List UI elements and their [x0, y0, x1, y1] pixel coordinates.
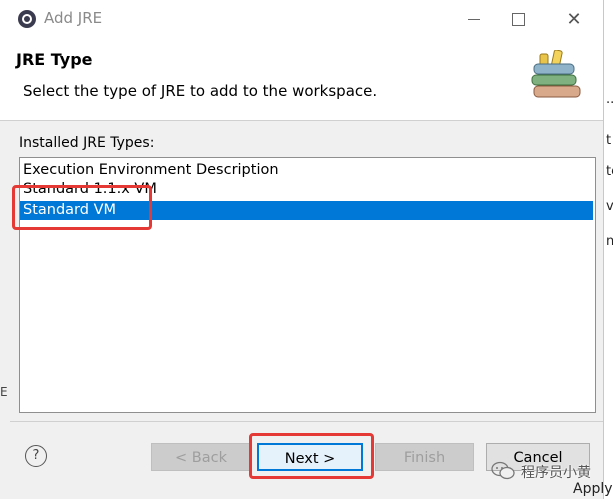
list-item-execution-environment[interactable]: Execution Environment Description: [20, 161, 593, 180]
annotation-highlight-standard-vm: [12, 185, 152, 230]
installed-jre-types-label: Installed JRE Types:: [19, 135, 155, 151]
background-text: ...: [606, 92, 613, 107]
maximize-button[interactable]: [495, 0, 541, 38]
background-text: t: [606, 133, 612, 148]
finish-button[interactable]: Finish: [375, 443, 474, 471]
background-text: ve: [606, 199, 613, 214]
eclipse-icon: [18, 10, 36, 28]
page-description: Select the type of JRE to add to the wor…: [23, 82, 378, 100]
annotation-highlight-next: [249, 433, 374, 479]
books-icon: [531, 50, 581, 98]
help-button[interactable]: ?: [25, 445, 47, 467]
minimize-button[interactable]: [451, 0, 497, 38]
background-window-edge: ... t te ve n.: [603, 0, 613, 499]
maximize-icon: [511, 12, 525, 26]
title-bar: Add JRE ✕: [0, 0, 613, 38]
page-title: JRE Type: [16, 50, 93, 69]
watermark-text: 程序员小黄: [521, 465, 591, 481]
background-text: n.: [606, 234, 613, 249]
close-button[interactable]: ✕: [551, 0, 597, 38]
wechat-icon: [491, 461, 515, 480]
background-text: te: [606, 164, 613, 179]
watermark: 程序员小黄: [487, 458, 613, 488]
wizard-header: JRE Type Select the type of JRE to add t…: [0, 38, 603, 121]
close-icon: ✕: [566, 8, 582, 30]
back-button[interactable]: < Back: [151, 443, 251, 471]
button-bar-divider: [10, 421, 603, 422]
help-icon: ?: [32, 448, 40, 463]
window-title: Add JRE: [44, 9, 103, 27]
background-text: E: [0, 385, 8, 399]
minimize-icon: [468, 18, 480, 20]
